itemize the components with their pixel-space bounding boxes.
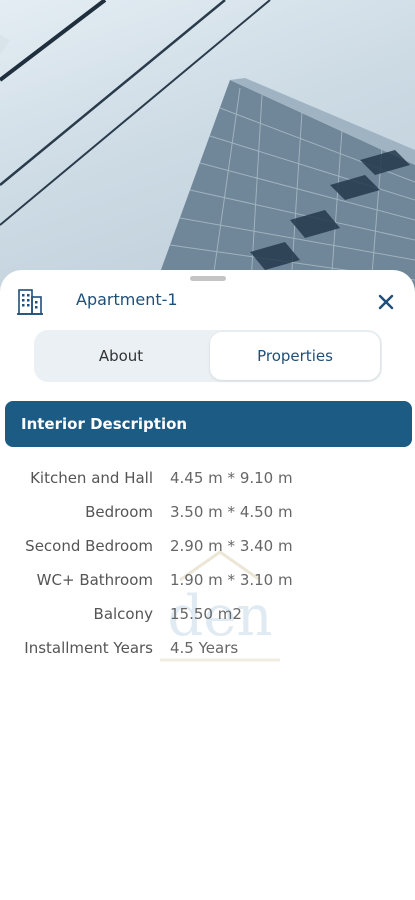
segmented-tabs: About Properties	[34, 330, 382, 382]
property-value: 2.90 m * 3.40 m	[170, 537, 293, 555]
property-value: 1.90 m * 3.10 m	[170, 571, 293, 589]
list-item: Kitchen and Hall 4.45 m * 9.10 m	[0, 463, 415, 497]
property-value: 15.50 m2	[170, 605, 242, 623]
property-label: Bedroom	[85, 503, 153, 521]
drag-handle[interactable]	[190, 276, 226, 281]
list-item: Balcony 15.50 m2	[0, 599, 415, 633]
list-item: Second Bedroom 2.90 m * 3.40 m	[0, 531, 415, 565]
section-title: Interior Description	[5, 401, 412, 447]
list-item: WC+ Bathroom 1.90 m * 3.10 m	[0, 565, 415, 599]
building-icon	[17, 289, 43, 315]
property-value: 4.5 Years	[170, 639, 239, 657]
list-item: Bedroom 3.50 m * 4.50 m	[0, 497, 415, 531]
page-title: Apartment-1	[76, 290, 178, 309]
property-value: 3.50 m * 4.50 m	[170, 503, 293, 521]
property-label: Second Bedroom	[25, 537, 153, 555]
properties-list: Kitchen and Hall 4.45 m * 9.10 m Bedroom…	[0, 463, 415, 667]
close-icon[interactable]	[372, 288, 400, 316]
property-label: Kitchen and Hall	[30, 469, 153, 487]
tab-about[interactable]: About	[34, 330, 208, 382]
building-hero-image	[0, 0, 415, 300]
list-item: Installment Years 4.5 Years	[0, 633, 415, 667]
bottom-sheet: Apartment-1 About Properties Interior De…	[0, 270, 415, 900]
sheet-header: Apartment-1	[0, 284, 415, 318]
property-value: 4.45 m * 9.10 m	[170, 469, 293, 487]
property-label: Balcony	[93, 605, 153, 623]
property-label: WC+ Bathroom	[36, 571, 153, 589]
tab-properties[interactable]: Properties	[210, 332, 380, 380]
property-label: Installment Years	[24, 639, 153, 657]
